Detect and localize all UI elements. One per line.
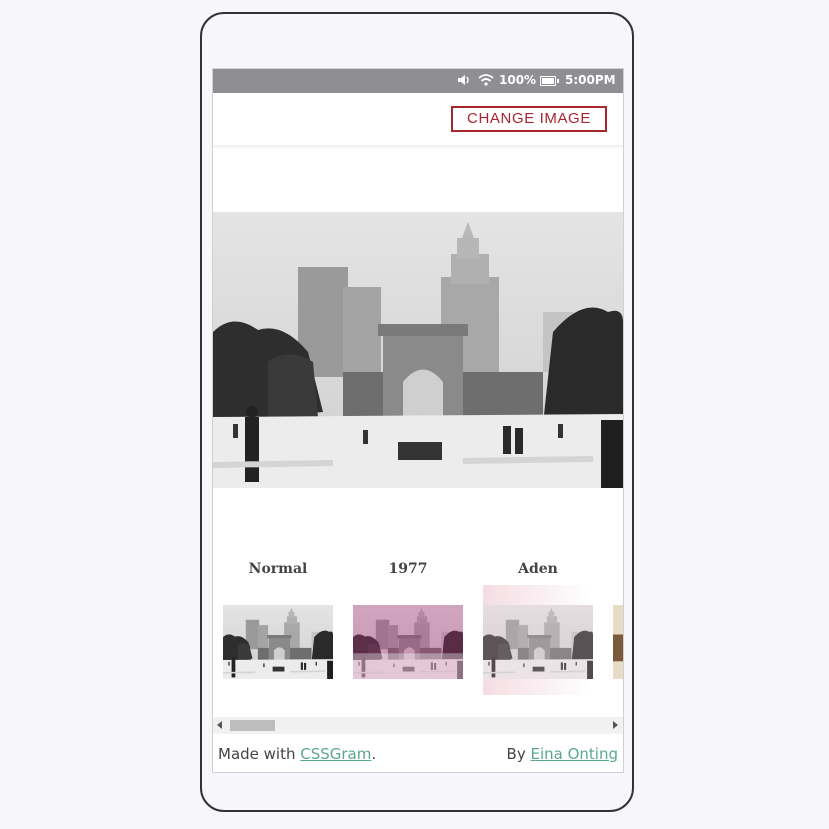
- by-prefix: By: [506, 745, 531, 763]
- filter-thumb-normal[interactable]: [223, 605, 333, 679]
- clock-time: 5:00PM: [565, 73, 616, 87]
- made-with-prefix: Made with: [218, 745, 301, 763]
- filter-thumb-1977[interactable]: [353, 605, 463, 679]
- made-with-text: Made with CSSGram.: [218, 745, 376, 763]
- battery-icon: [540, 76, 559, 86]
- filter-label-aden: Aden: [518, 561, 558, 577]
- change-image-button[interactable]: CHANGE IMAGE: [451, 106, 607, 132]
- made-with-suffix: .: [371, 745, 377, 763]
- app-bar: CHANGE IMAGE: [213, 93, 623, 145]
- filter-label-1977: 1977: [388, 561, 428, 577]
- filter-thumb-next[interactable]: [613, 605, 623, 679]
- scroll-left-arrow-icon[interactable]: [217, 721, 222, 729]
- volume-icon: [458, 75, 469, 85]
- filter-thumb-aden[interactable]: [483, 605, 593, 679]
- filter-label-normal: Normal: [248, 561, 308, 577]
- phone-screen: 100% 5:00PM CHANGE IMAGE Normal 1977 Ade…: [212, 68, 624, 773]
- wifi-icon: [478, 74, 494, 86]
- footer: Made with CSSGram. By Eina Onting: [213, 734, 623, 772]
- main-photo: [213, 212, 623, 488]
- battery-percent: 100%: [499, 73, 537, 87]
- scroll-right-arrow-icon[interactable]: [613, 721, 618, 729]
- scrollbar-thumb[interactable]: [230, 720, 275, 731]
- status-bar: 100% 5:00PM: [213, 69, 623, 93]
- author-text: By Eina Onting: [507, 745, 618, 763]
- horizontal-scrollbar[interactable]: [213, 717, 623, 734]
- cssgram-link[interactable]: CSSGram: [300, 745, 371, 763]
- author-link[interactable]: Eina Onting: [530, 745, 618, 763]
